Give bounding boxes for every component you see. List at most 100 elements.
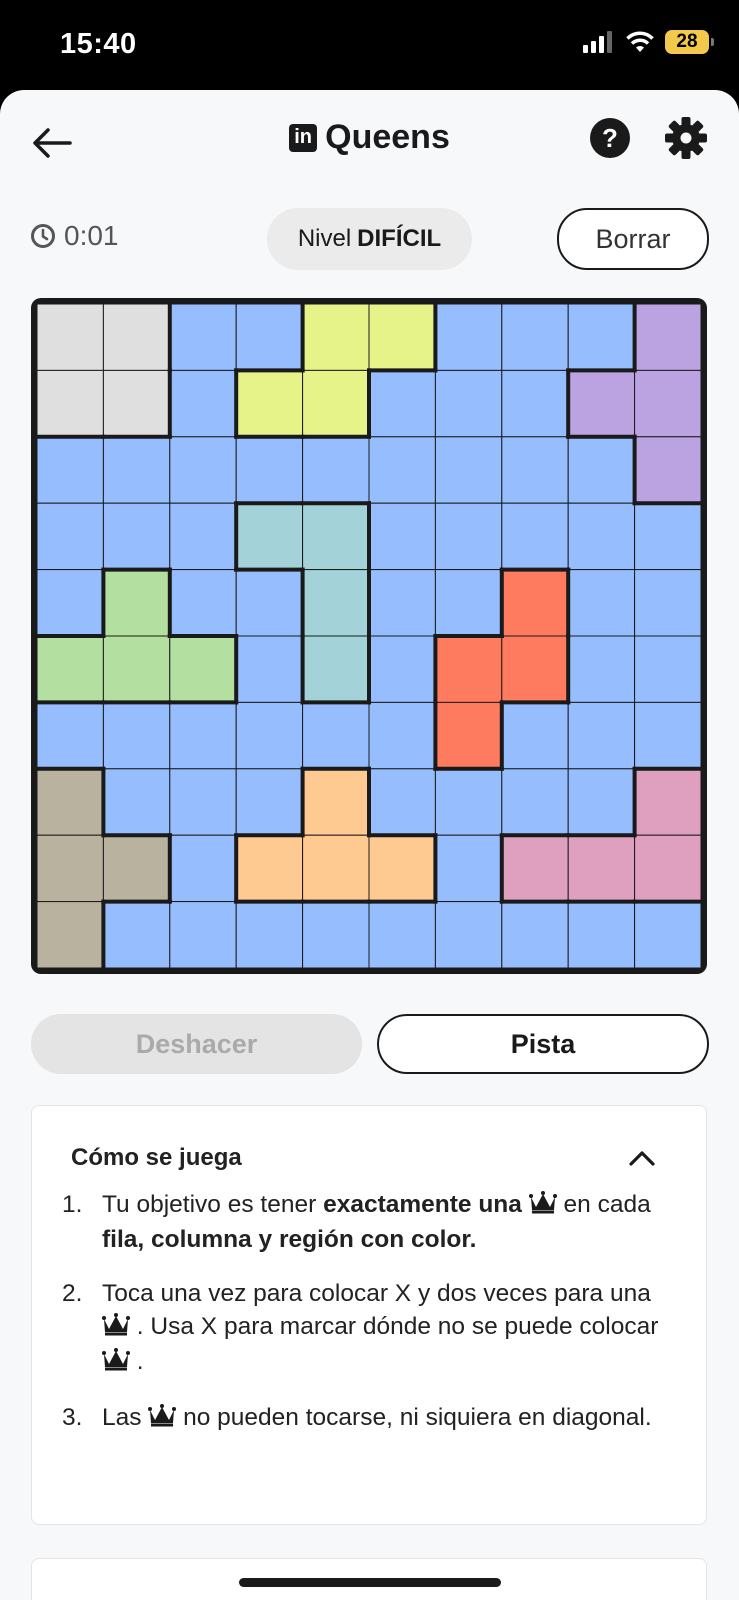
board-cell[interactable] <box>235 901 304 969</box>
board-cell[interactable] <box>102 569 171 637</box>
board-cell[interactable] <box>567 569 636 637</box>
board-cell[interactable] <box>434 701 503 770</box>
board-cell[interactable] <box>235 369 304 438</box>
board-cell[interactable] <box>36 768 104 836</box>
undo-button[interactable]: Deshacer <box>31 1014 362 1074</box>
board-cell[interactable] <box>501 502 569 571</box>
board-cell[interactable] <box>501 768 569 836</box>
board-cell[interactable] <box>36 436 104 504</box>
board-cell[interactable] <box>368 436 436 504</box>
board-cell[interactable] <box>634 768 702 836</box>
board-cell[interactable] <box>634 834 702 903</box>
board-cell[interactable] <box>368 635 436 703</box>
board-cell[interactable] <box>302 436 370 504</box>
board-cell[interactable] <box>302 635 370 703</box>
board-cell[interactable] <box>634 569 702 637</box>
board-cell[interactable] <box>368 502 436 571</box>
board-cell[interactable] <box>567 768 636 836</box>
board-cell[interactable] <box>368 701 436 770</box>
board-cell[interactable] <box>634 701 702 770</box>
board-cell[interactable] <box>434 901 503 969</box>
board-cell[interactable] <box>634 436 702 504</box>
board-cell[interactable] <box>567 369 636 438</box>
board-cell[interactable] <box>36 369 104 438</box>
board-cell[interactable] <box>302 768 370 836</box>
board-cell[interactable] <box>102 635 171 703</box>
board-cell[interactable] <box>302 834 370 903</box>
board-cell[interactable] <box>567 701 636 770</box>
board-cell[interactable] <box>368 569 436 637</box>
board-cell[interactable] <box>434 502 503 571</box>
board-cell[interactable] <box>302 369 370 438</box>
board-cell[interactable] <box>368 834 436 903</box>
board-cell[interactable] <box>567 635 636 703</box>
board-cell[interactable] <box>434 768 503 836</box>
board-cell[interactable] <box>567 901 636 969</box>
chevron-up-icon[interactable] <box>628 1148 656 1168</box>
board-cell[interactable] <box>302 701 370 770</box>
board-cell[interactable] <box>501 369 569 438</box>
board-cell[interactable] <box>169 901 237 969</box>
board-cell[interactable] <box>434 369 503 438</box>
board-cell[interactable] <box>434 834 503 903</box>
board-cell[interactable] <box>434 569 503 637</box>
board-cell[interactable] <box>368 369 436 438</box>
board-cell[interactable] <box>368 303 436 371</box>
clear-button[interactable]: Borrar <box>557 208 709 270</box>
board-cell[interactable] <box>36 502 104 571</box>
board-cell[interactable] <box>634 901 702 969</box>
board-cell[interactable] <box>235 834 304 903</box>
board-cell[interactable] <box>169 369 237 438</box>
board-cell[interactable] <box>235 635 304 703</box>
board-cell[interactable] <box>36 569 104 637</box>
board-cell[interactable] <box>36 701 104 770</box>
board-cell[interactable] <box>169 436 237 504</box>
board-cell[interactable] <box>368 768 436 836</box>
board-cell[interactable] <box>235 768 304 836</box>
board-cell[interactable] <box>102 502 171 571</box>
board-cell[interactable] <box>36 303 104 371</box>
board-cell[interactable] <box>169 701 237 770</box>
board-cell[interactable] <box>169 635 237 703</box>
board-cell[interactable] <box>434 635 503 703</box>
board-cell[interactable] <box>102 701 171 770</box>
board-cell[interactable] <box>501 701 569 770</box>
board-cell[interactable] <box>567 834 636 903</box>
board-cell[interactable] <box>567 303 636 371</box>
board-cell[interactable] <box>235 502 304 571</box>
board-cell[interactable] <box>36 834 104 903</box>
board-cell[interactable] <box>302 901 370 969</box>
board-cell[interactable] <box>501 569 569 637</box>
board-cell[interactable] <box>102 768 171 836</box>
board-cell[interactable] <box>501 834 569 903</box>
board-cell[interactable] <box>434 436 503 504</box>
board-cell[interactable] <box>36 635 104 703</box>
board-cell[interactable] <box>302 502 370 571</box>
board-cell[interactable] <box>501 635 569 703</box>
board-cell[interactable] <box>235 569 304 637</box>
board-cell[interactable] <box>169 768 237 836</box>
board-cell[interactable] <box>567 436 636 504</box>
board-cell[interactable] <box>235 303 304 371</box>
board-cell[interactable] <box>634 502 702 571</box>
board-cell[interactable] <box>102 901 171 969</box>
help-icon[interactable]: ? <box>590 118 630 158</box>
board-cell[interactable] <box>368 901 436 969</box>
board-cell[interactable] <box>302 569 370 637</box>
board-cell[interactable] <box>169 303 237 371</box>
hint-button[interactable]: Pista <box>377 1014 709 1074</box>
board-cell[interactable] <box>102 834 171 903</box>
board-cell[interactable] <box>102 369 171 438</box>
board-cell[interactable] <box>102 436 171 504</box>
board-cell[interactable] <box>169 569 237 637</box>
board-cell[interactable] <box>501 436 569 504</box>
board-cell[interactable] <box>36 901 104 969</box>
board-cell[interactable] <box>302 303 370 371</box>
board-cell[interactable] <box>169 834 237 903</box>
board-cell[interactable] <box>102 303 171 371</box>
board-cell[interactable] <box>567 502 636 571</box>
board-cell[interactable] <box>434 303 503 371</box>
gear-icon[interactable] <box>664 116 708 160</box>
board-cell[interactable] <box>634 303 702 371</box>
board-cell[interactable] <box>634 635 702 703</box>
